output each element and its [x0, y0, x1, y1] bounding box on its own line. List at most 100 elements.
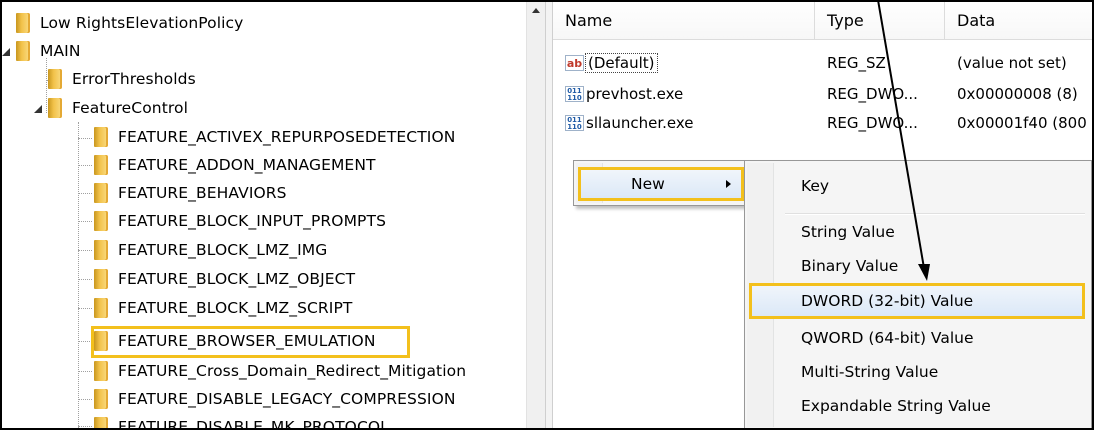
tree-connector [78, 308, 92, 309]
menu-item-string-value[interactable]: String Value [749, 217, 1087, 247]
tree-item-feature[interactable]: FEATURE_BEHAVIORS [94, 180, 287, 206]
value-data: 0x00000008 (8) [957, 81, 1078, 107]
tree-item-label: FEATURE_ACTIVEX_REPURPOSEDETECTION [118, 128, 456, 146]
binary-value-icon: 011 110 [565, 86, 584, 102]
tree-connector [78, 165, 92, 166]
tree-item-feature[interactable]: FEATURE_ACTIVEX_REPURPOSEDETECTION [94, 124, 455, 150]
tree-item-feature[interactable]: FEATURE_BLOCK_INPUT_PROMPTS [94, 208, 386, 234]
binary-value-icon: 011 110 [565, 115, 584, 131]
folder-icon [94, 240, 108, 260]
tree-item-feature[interactable]: FEATURE_BLOCK_LMZ_OBJECT [94, 266, 355, 292]
menu-item-qword-value[interactable]: QWORD (64-bit) Value [749, 323, 1087, 353]
menu-item-dword-value[interactable]: DWORD (32-bit) Value [749, 283, 1085, 319]
folder-icon [94, 331, 108, 351]
tree-item-feature[interactable]: FEATURE_ADDON_MANAGEMENT [94, 152, 376, 178]
folder-icon [94, 211, 108, 231]
value-data-text: (value not set) [957, 54, 1067, 72]
column-header-data[interactable]: Data [945, 2, 1092, 40]
menu-item-label: Expandable String Value [801, 397, 991, 415]
folder-icon [16, 13, 30, 33]
tree-connector [78, 279, 92, 280]
value-type-text: REG_SZ [827, 54, 886, 72]
tree-connector [78, 341, 92, 342]
scroll-up-arrow-icon[interactable] [527, 2, 545, 20]
tree-item-main[interactable]: MAIN [2, 38, 81, 64]
folder-icon [94, 127, 108, 147]
folder-icon [16, 41, 30, 61]
tree-item-label: FEATURE_BLOCK_LMZ_OBJECT [118, 270, 356, 288]
column-header-name[interactable]: Name [553, 2, 815, 40]
submenu-arrow-icon [726, 180, 731, 188]
tree-item-feature-browser-emulation[interactable]: FEATURE_BROWSER_EMULATION [94, 328, 376, 354]
menu-separator [785, 213, 1085, 215]
value-name: (Default) [585, 53, 658, 73]
menu-item-expandable-string-value[interactable]: Expandable String Value [749, 391, 1087, 421]
value-name: prevhost.exe [586, 85, 684, 103]
menu-item-label: DWORD (32-bit) Value [801, 292, 974, 310]
tree-item-feature[interactable]: FEATURE_DISABLE_LEGACY_COMPRESSION [94, 386, 456, 412]
menu-item-label: Key [801, 177, 830, 195]
menu-item-label: QWORD (64-bit) Value [801, 329, 974, 347]
tree-item-label: FEATURE_ADDON_MANAGEMENT [118, 156, 376, 174]
tree-connector [78, 221, 92, 222]
tree-connector [78, 138, 92, 139]
string-value-icon: ab [565, 55, 584, 71]
folder-icon [48, 98, 62, 118]
folder-icon [94, 417, 108, 428]
value-data: 0x00001f40 (800 [957, 110, 1087, 136]
value-row[interactable]: 011 110 sllauncher.exe [565, 110, 694, 136]
tree-item-feature[interactable]: FEATURE_BLOCK_LMZ_SCRIPT [94, 295, 352, 321]
tree-connector [78, 426, 92, 427]
menu-item-label: String Value [801, 223, 895, 241]
value-row[interactable]: ab (Default) [565, 50, 658, 76]
pane-splitter[interactable] [545, 2, 553, 428]
folder-icon [94, 155, 108, 175]
folder-icon [94, 269, 108, 289]
context-menu: New [573, 160, 749, 206]
tree-item-feature-control[interactable]: FeatureControl [32, 95, 188, 121]
tree-item-label: MAIN [40, 42, 81, 60]
collapse-arrow-icon[interactable] [2, 45, 12, 57]
value-type-text: REG_DWO... [827, 114, 918, 132]
value-type: REG_SZ [827, 50, 886, 76]
tree-item-label: FEATURE_BLOCK_LMZ_IMG [118, 241, 328, 259]
column-header-type[interactable]: Type [815, 2, 945, 40]
tree-connector [78, 399, 92, 400]
registry-tree: Low RightsElevationPolicy MAIN ErrorThre… [2, 2, 530, 428]
tree-connector [78, 193, 92, 194]
tree-item-label: FEATURE_BLOCK_INPUT_PROMPTS [118, 212, 387, 230]
tree-item-label: FEATURE_DISABLE_LEGACY_COMPRESSION [118, 390, 456, 408]
tree-item-low-rights-elevation-policy[interactable]: Low RightsElevationPolicy [2, 10, 243, 36]
tree-connector [78, 122, 79, 428]
folder-icon [48, 69, 62, 89]
tree-item-label: FEATURE_Cross_Domain_Redirect_Mitigation [118, 362, 467, 380]
tree-scrollbar[interactable] [526, 2, 545, 428]
value-type: REG_DWO... [827, 81, 918, 107]
menu-item-key[interactable]: Key [749, 171, 1087, 201]
tree-item-error-thresholds[interactable]: ErrorThresholds [48, 66, 196, 92]
tree-item-feature[interactable]: FEATURE_DISABLE_MK_PROTOCOL [94, 414, 389, 428]
menu-item-binary-value[interactable]: Binary Value [749, 251, 1087, 281]
expand-arrow-icon[interactable] [2, 17, 12, 29]
tree-item-feature[interactable]: FEATURE_Cross_Domain_Redirect_Mitigation [94, 358, 466, 384]
registry-editor-window: Low RightsElevationPolicy MAIN ErrorThre… [0, 0, 1094, 430]
tree-item-label: FeatureControl [72, 99, 188, 117]
folder-icon [94, 298, 108, 318]
tree-connector [78, 250, 92, 251]
menu-item-new[interactable]: New [578, 167, 744, 201]
tree-item-label: Low RightsElevationPolicy [40, 14, 244, 32]
tree-item-label: FEATURE_BLOCK_LMZ_SCRIPT [118, 299, 353, 317]
value-data-text: 0x00000008 (8) [957, 85, 1078, 103]
tree-connector [78, 371, 92, 372]
collapse-arrow-icon[interactable] [32, 102, 44, 114]
menu-item-multi-string-value[interactable]: Multi-String Value [749, 357, 1087, 387]
value-type: REG_DWO... [827, 110, 918, 136]
folder-icon [94, 361, 108, 381]
value-row[interactable]: 011 110 prevhost.exe [565, 81, 683, 107]
tree-item-label: FEATURE_BEHAVIORS [118, 184, 287, 202]
new-submenu: Key String Value Binary Value DWORD (32-… [744, 160, 1092, 428]
tree-item-label: ErrorThresholds [72, 70, 196, 88]
menu-item-label: New [631, 175, 665, 193]
tree-item-feature[interactable]: FEATURE_BLOCK_LMZ_IMG [94, 237, 327, 263]
tree-item-label: FEATURE_DISABLE_MK_PROTOCOL [118, 418, 389, 428]
